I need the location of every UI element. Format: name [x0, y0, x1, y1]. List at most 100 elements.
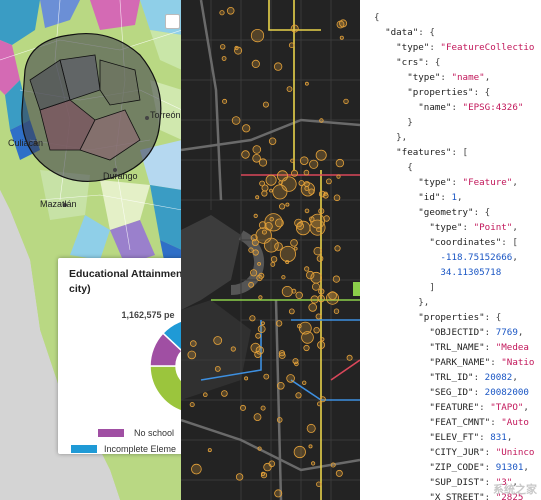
map-point-marker[interactable]	[250, 28, 265, 43]
map-point-marker[interactable]	[301, 380, 307, 385]
map-point-marker[interactable]	[273, 62, 283, 71]
map-point-marker[interactable]	[295, 392, 302, 399]
map-point-marker[interactable]	[265, 174, 277, 186]
map-point-marker[interactable]	[319, 396, 326, 403]
map-point-marker[interactable]	[291, 169, 299, 177]
map-point-marker[interactable]	[335, 469, 343, 477]
map-point-marker[interactable]	[253, 413, 262, 422]
map-point-marker[interactable]	[279, 203, 286, 210]
map-point-marker[interactable]	[333, 194, 341, 202]
map-point-marker[interactable]	[261, 229, 267, 235]
map-point-marker[interactable]	[187, 350, 197, 360]
map-point-marker[interactable]	[336, 174, 341, 179]
map-point-marker[interactable]	[319, 118, 324, 123]
map-point-marker[interactable]	[288, 42, 295, 48]
map-point-marker[interactable]	[310, 295, 319, 304]
map-point-marker[interactable]	[315, 149, 327, 161]
map-point-marker[interactable]	[255, 195, 260, 200]
map-point-marker[interactable]	[272, 184, 288, 200]
map-point-marker[interactable]	[317, 340, 326, 349]
map-point-marker[interactable]	[226, 7, 235, 15]
map-point-marker[interactable]	[264, 222, 273, 231]
map-point-marker[interactable]	[320, 337, 325, 342]
map-point-marker[interactable]	[263, 373, 270, 380]
map-point-marker[interactable]	[202, 392, 208, 398]
map-point-marker[interactable]	[276, 417, 283, 423]
map-point-marker[interactable]	[213, 336, 223, 345]
map-point-marker[interactable]	[339, 35, 344, 40]
map-point-marker[interactable]	[257, 261, 261, 266]
map-point-marker[interactable]	[330, 462, 336, 468]
map-point-marker[interactable]	[316, 255, 324, 262]
map-point-marker[interactable]	[255, 346, 264, 355]
map-point-marker[interactable]	[305, 270, 315, 280]
map-point-marker[interactable]	[303, 180, 310, 187]
map-point-marker[interactable]	[316, 227, 322, 233]
map-point-marker[interactable]	[260, 405, 266, 411]
json-viewer[interactable]: { "data": { "type": "FeatureCollectio "c…	[360, 0, 541, 500]
map-point-marker[interactable]	[207, 448, 212, 453]
map-point-marker[interactable]	[189, 340, 197, 347]
map-point-marker[interactable]	[303, 169, 310, 176]
map-point-marker[interactable]	[257, 446, 262, 451]
map-point-marker[interactable]	[308, 216, 315, 223]
map-point-marker[interactable]	[191, 463, 202, 475]
map-point-marker[interactable]	[274, 489, 283, 498]
map-point-marker[interactable]	[309, 159, 319, 169]
map-point-marker[interactable]	[219, 10, 225, 16]
map-point-marker[interactable]	[214, 365, 221, 372]
map-point-marker[interactable]	[304, 186, 310, 191]
map-point-marker[interactable]	[318, 190, 326, 198]
map-point-marker[interactable]	[220, 44, 226, 50]
map-point-marker[interactable]	[261, 190, 268, 197]
map-point-marker[interactable]	[293, 445, 306, 459]
map-point-marker[interactable]	[278, 180, 283, 185]
map-point-marker[interactable]	[230, 346, 236, 352]
map-point-marker[interactable]	[251, 59, 260, 69]
map-point-marker[interactable]	[311, 282, 320, 291]
map-point-marker[interactable]	[242, 124, 251, 133]
map-point-marker[interactable]	[286, 374, 295, 383]
map-point-marker[interactable]	[258, 272, 265, 279]
map-point-marker[interactable]	[313, 327, 320, 334]
map-point-marker[interactable]	[335, 158, 345, 168]
map-point-marker[interactable]	[317, 294, 325, 303]
map-point-marker[interactable]	[295, 220, 311, 236]
map-point-marker[interactable]	[290, 158, 295, 163]
map-point-marker[interactable]	[255, 332, 261, 339]
map-point-marker[interactable]	[250, 269, 258, 277]
map-point-marker[interactable]	[221, 390, 228, 397]
map-point-marker[interactable]	[325, 178, 332, 185]
map-point-marker[interactable]	[277, 381, 285, 390]
map-point-marker[interactable]	[288, 308, 295, 315]
map-point-marker[interactable]	[240, 404, 247, 411]
map-point-marker[interactable]	[303, 344, 310, 352]
dark-point-map[interactable]	[181, 0, 360, 500]
map-control-icon[interactable]	[165, 14, 180, 29]
map-point-marker[interactable]	[343, 98, 349, 105]
map-point-marker[interactable]	[248, 281, 254, 288]
map-point-marker[interactable]	[252, 154, 261, 163]
map-point-marker[interactable]	[270, 256, 278, 263]
map-point-marker[interactable]	[270, 261, 276, 267]
map-point-marker[interactable]	[339, 19, 348, 28]
map-point-marker[interactable]	[315, 313, 322, 320]
map-point-marker[interactable]	[262, 101, 269, 108]
map-point-marker[interactable]	[304, 266, 310, 272]
map-point-marker[interactable]	[258, 295, 263, 300]
map-point-marker[interactable]	[261, 321, 265, 326]
map-point-marker[interactable]	[235, 473, 244, 481]
map-point-marker[interactable]	[313, 246, 322, 256]
map-point-marker[interactable]	[263, 237, 279, 253]
map-point-marker[interactable]	[334, 245, 341, 252]
map-point-marker[interactable]	[298, 321, 312, 335]
map-point-marker[interactable]	[316, 401, 322, 407]
map-point-marker[interactable]	[244, 376, 249, 381]
map-point-marker[interactable]	[325, 291, 339, 305]
map-point-marker[interactable]	[299, 156, 309, 166]
map-point-marker[interactable]	[278, 352, 286, 359]
map-point-marker[interactable]	[257, 325, 266, 333]
map-point-marker[interactable]	[241, 150, 250, 159]
map-point-marker[interactable]	[316, 481, 322, 487]
map-point-marker[interactable]	[252, 145, 262, 154]
